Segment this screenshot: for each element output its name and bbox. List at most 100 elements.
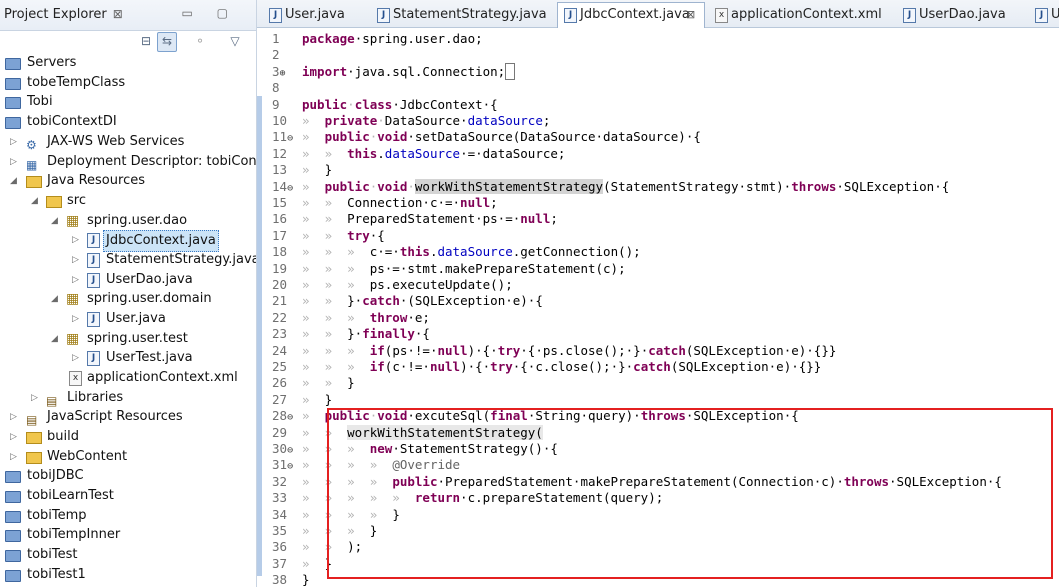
java-file-icon: J (87, 253, 100, 268)
tree-item[interactable]: ▷ J UserDao.java (0, 270, 256, 290)
tree-item[interactable]: ◢spring.user.test (0, 329, 256, 349)
tab-user-java[interactable]: J User.java (263, 4, 363, 26)
view-menu-icon[interactable]: ▽ (226, 32, 244, 50)
code-line: 15» » Connection·c·=·null; (272, 195, 498, 210)
expand-arrow-icon[interactable]: ▷ (72, 309, 82, 329)
tree-item[interactable]: tobiTempInner (0, 525, 256, 545)
tree-item[interactable]: x applicationContext.xml (0, 368, 256, 388)
tree-item[interactable]: ▷ ⚙ JAX-WS Web Services (0, 132, 256, 152)
expand-arrow-icon[interactable]: ▷ (72, 250, 82, 270)
tree-item-selected[interactable]: ▷ J JdbcContext.java (0, 230, 256, 252)
collapse-arrow-icon[interactable]: ◢ (51, 329, 61, 349)
project-icon (5, 97, 21, 109)
code-line: 9 public·class·JdbcContext·{ (272, 96, 498, 112)
libraries-icon: ▤ (46, 394, 58, 408)
java-file-icon: J (1035, 8, 1048, 23)
code-line: 3⊕import·java.sql.Connection;□ (257, 62, 1059, 80)
source-folder-icon (46, 196, 62, 208)
collapse-arrow-icon[interactable]: ◢ (51, 289, 61, 309)
tab-jdbccontext-java[interactable]: J JdbcContext.java ⊠ (557, 2, 705, 28)
code-line: 13» } (272, 162, 333, 178)
project-explorer-tab[interactable]: Project Explorer ⊠ ▭ ▢ (0, 0, 256, 31)
tree-item[interactable]: ▷ ▤ Libraries (0, 388, 256, 408)
collapse-all-icon[interactable]: ⊟ (137, 32, 155, 50)
code-line: 23» » }·finally·{ (272, 326, 430, 342)
code-line: 2 (272, 47, 280, 63)
link-with-editor-icon[interactable]: ⇆ (157, 32, 177, 52)
tree-item[interactable]: ▷ ▤ JavaScript Resources (0, 407, 256, 427)
collapse-arrow-icon[interactable]: ◢ (51, 211, 61, 231)
tree-item[interactable]: ▷ J StatementStrategy.java (0, 250, 256, 270)
java-file-icon: J (87, 312, 100, 327)
expand-arrow-icon[interactable]: ▷ (10, 427, 20, 447)
tree-item[interactable]: tobiTemp (0, 506, 256, 526)
project-explorer-title: Project Explorer (4, 7, 107, 22)
xml-file-icon: x (715, 8, 728, 23)
collapse-arrow-icon[interactable]: ◢ (10, 171, 20, 191)
code-line: 18» » » c·=·this.dataSource.getConnectio… (272, 244, 641, 260)
collapse-fold-icon[interactable]: ⊖ (287, 133, 293, 144)
collapse-fold-icon[interactable]: ⊖ (287, 412, 293, 423)
expand-arrow-icon[interactable]: ▷ (10, 152, 20, 172)
expand-arrow-icon[interactable]: ▷ (10, 407, 20, 427)
tree-item[interactable]: tobiContextDI (0, 112, 256, 132)
tree-item[interactable]: ▷ J UserTest.java (0, 348, 256, 368)
package-icon (66, 211, 79, 231)
project-explorer-panel: Project Explorer ⊠ ▭ ▢ ⊟ ⇆ ⚬ ▽ Servers to… (0, 0, 257, 587)
collapse-fold-icon[interactable]: ⊖ (287, 183, 293, 194)
focus-task-icon[interactable]: ⚬ (191, 32, 209, 50)
servers-folder-icon (5, 58, 21, 70)
tree-item[interactable]: tobiTest1 (0, 565, 256, 585)
java-file-icon: J (87, 351, 100, 366)
tree-item[interactable]: Tobi (0, 92, 256, 112)
tree-item[interactable]: ▷ build (0, 427, 256, 447)
collapse-fold-icon[interactable]: ⊖ (287, 461, 293, 472)
xml-file-icon: x (69, 371, 82, 386)
code-line: 20» » » ps.executeUpdate(); (272, 277, 513, 292)
code-line: 21» » }·catch·(SQLException·e)·{ (272, 293, 543, 309)
tree-item[interactable]: ▷ J User.java (0, 309, 256, 329)
java-file-icon: J (269, 8, 282, 23)
tab-statementstrategy-java[interactable]: J StatementStrategy.java (371, 4, 551, 26)
minimize-maximize-icons[interactable]: ▭ ▢ (182, 6, 239, 20)
tab-userdao-java[interactable]: J UserDao.java (897, 4, 1017, 26)
collapse-arrow-icon[interactable]: ◢ (31, 191, 41, 211)
tree-item[interactable]: Servers (0, 53, 256, 73)
collapse-fold-icon[interactable]: ⊖ (287, 445, 293, 456)
tree-item[interactable]: ▷ WebContent (0, 447, 256, 467)
close-view-icon[interactable]: ⊠ (113, 7, 123, 21)
tree-item[interactable]: ▷ ▦ Deployment Descriptor: tobiConte (0, 152, 256, 172)
tree-item[interactable]: ◢ Java Resources (0, 171, 256, 191)
tree-item[interactable]: tobiLearnTest (0, 486, 256, 506)
tree-item[interactable]: ◢spring.user.dao (0, 211, 256, 231)
code-editor: J User.java J StatementStrategy.java J Jdbc… (257, 0, 1059, 587)
code-line: 22» » » throw·e; (272, 309, 430, 325)
expand-fold-icon[interactable]: ⊕ (280, 68, 286, 79)
java-resources-icon (26, 176, 42, 188)
web-services-icon: ⚙ (26, 138, 37, 152)
tab-overflow[interactable]: JU (1029, 4, 1059, 26)
expand-arrow-icon[interactable]: ▷ (10, 132, 20, 152)
deployment-descriptor-icon: ▦ (26, 158, 38, 172)
expand-arrow-icon[interactable]: ▷ (72, 230, 82, 250)
tree-item[interactable]: tobiJDBC (0, 466, 256, 486)
project-icon (5, 491, 21, 503)
code-line: 19» » » ps·=·stmt.makePrepareStatement(c… (272, 260, 626, 276)
tree-item[interactable]: ◢spring.user.domain (0, 289, 256, 309)
expand-arrow-icon[interactable]: ▷ (31, 388, 41, 408)
tree-item[interactable]: tobiTest (0, 545, 256, 565)
code-line: 25» » » if(c·!=·null)·{·try·{·c.close();… (272, 359, 822, 374)
java-file-icon: J (377, 8, 390, 23)
code-line: 8 (272, 80, 280, 96)
java-file-icon: J (87, 273, 100, 288)
tree-item[interactable]: ◢ src (0, 191, 256, 211)
project-icon (5, 78, 21, 90)
java-file-icon: J (87, 233, 100, 248)
code-line: 10» private·DataSource·dataSource; (272, 113, 551, 128)
tab-applicationcontext-xml[interactable]: x applicationContext.xml (709, 4, 889, 26)
expand-arrow-icon[interactable]: ▷ (72, 270, 82, 290)
tree-item[interactable]: tobeTempClass (0, 73, 256, 93)
close-tab-icon[interactable]: ⊠ (686, 4, 695, 25)
expand-arrow-icon[interactable]: ▷ (72, 348, 82, 368)
expand-arrow-icon[interactable]: ▷ (10, 447, 20, 467)
